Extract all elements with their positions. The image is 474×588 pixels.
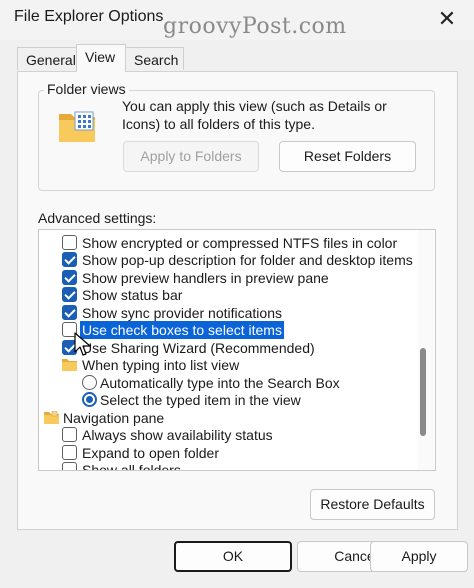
apply-to-folders-button[interactable]: Apply to Folders bbox=[123, 141, 259, 172]
watermark: groovyPost.com bbox=[163, 14, 347, 39]
list-item-label: Always show availability status bbox=[82, 427, 273, 443]
checkbox[interactable] bbox=[62, 287, 77, 302]
list-item-label: Show pop-up description for folder and d… bbox=[82, 252, 413, 268]
window-title: File Explorer Options bbox=[14, 8, 164, 25]
apply-button[interactable]: Apply bbox=[370, 541, 468, 572]
checkbox[interactable] bbox=[62, 445, 77, 460]
list-item-label: Show all folders bbox=[82, 462, 181, 471]
advanced-settings-list[interactable]: Show encrypted or compressed NTFS files … bbox=[38, 229, 436, 471]
list-item-label: Show sync provider notifications bbox=[82, 305, 282, 321]
list-item-label: Use Sharing Wizard (Recommended) bbox=[82, 340, 315, 356]
list-item-label: Expand to open folder bbox=[82, 445, 219, 461]
checkbox[interactable] bbox=[62, 305, 77, 320]
checkbox[interactable] bbox=[62, 252, 77, 267]
ok-button[interactable]: OK bbox=[174, 541, 292, 572]
list-item-label: Show encrypted or compressed NTFS files … bbox=[82, 235, 398, 251]
folder-view-icon bbox=[59, 111, 95, 142]
tab-general[interactable]: General bbox=[17, 47, 77, 70]
tab-search[interactable]: Search bbox=[125, 47, 184, 70]
reset-folders-button[interactable]: Reset Folders bbox=[279, 141, 416, 172]
tab-view[interactable]: View bbox=[76, 44, 126, 72]
folder-views-label: Folder views bbox=[44, 81, 129, 97]
checkbox[interactable] bbox=[62, 462, 77, 470]
navigation-pane-icon bbox=[44, 411, 59, 424]
folder-icon bbox=[62, 359, 77, 371]
folder-views-description: You can apply this view (such as Details… bbox=[122, 98, 387, 132]
checkbox[interactable] bbox=[62, 235, 77, 250]
scrollbar-thumb[interactable] bbox=[420, 348, 426, 436]
checkbox[interactable] bbox=[62, 270, 77, 285]
radio-button[interactable] bbox=[82, 392, 97, 407]
list-item-label: When typing into list view bbox=[82, 357, 240, 373]
list-item-label: Select the typed item in the view bbox=[100, 392, 301, 408]
list-item-label: Show preview handlers in preview pane bbox=[82, 270, 329, 286]
list-item-label: Automatically type into the Search Box bbox=[100, 375, 340, 391]
advanced-settings-label: Advanced settings: bbox=[38, 210, 157, 226]
list-item-label: Use check boxes to select items bbox=[80, 321, 284, 339]
list-item-label: Navigation pane bbox=[63, 410, 165, 426]
radio-button[interactable] bbox=[82, 375, 97, 390]
mouse-pointer-icon bbox=[74, 332, 91, 356]
restore-defaults-button[interactable]: Restore Defaults bbox=[310, 489, 435, 520]
close-icon[interactable]: ✕ bbox=[434, 6, 460, 32]
checkbox[interactable] bbox=[62, 427, 77, 442]
list-item-label: Show status bar bbox=[82, 287, 183, 303]
